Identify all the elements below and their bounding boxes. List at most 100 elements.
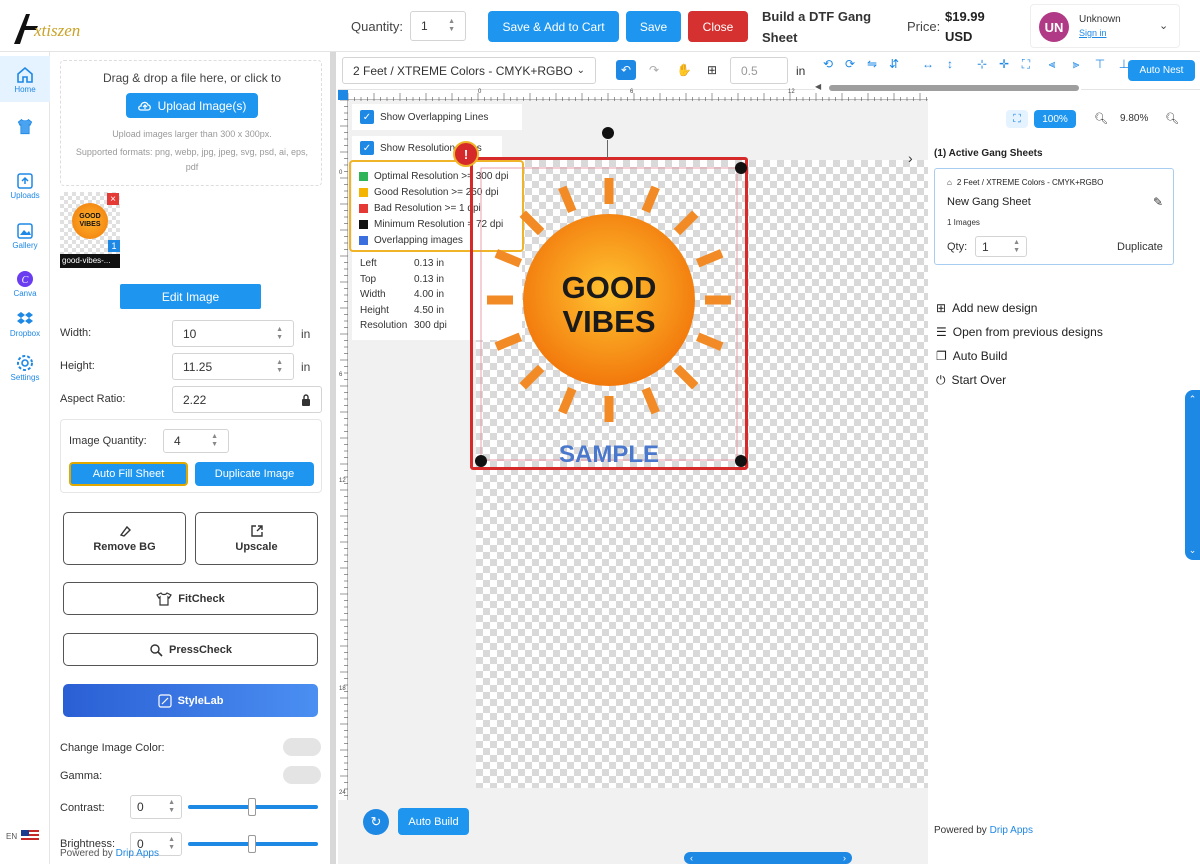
uploaded-thumbnail[interactable]: GOOD VIBES × 1 good-vibes-... xyxy=(60,192,120,268)
height-stepper[interactable]: ▲ ▼ xyxy=(276,359,283,375)
duplicate-image-button[interactable]: Duplicate Image xyxy=(195,462,314,486)
flip-horizontal-icon[interactable]: ⇋ xyxy=(862,54,882,74)
image-quantity-input[interactable]: 4 ▲ ▼ xyxy=(163,429,229,453)
auto-build-action[interactable]: ❐ Auto Build xyxy=(936,344,1103,368)
upload-dropzone[interactable]: Drag & drop a file here, or click to Upl… xyxy=(60,60,322,186)
flip-vertical-icon[interactable]: ⇵ xyxy=(884,54,904,74)
selected-image[interactable]: GOOD VIBES SAMPLE xyxy=(470,157,748,470)
rotate-left-icon[interactable]: ⟲ xyxy=(818,54,838,74)
checkbox-checked-icon[interactable]: ✓ xyxy=(360,141,374,155)
rail-gallery[interactable]: Gallery xyxy=(0,212,50,258)
refresh-icon[interactable]: ↻ xyxy=(363,809,389,835)
rotate-right-icon[interactable]: ⟳ xyxy=(840,54,860,74)
contrast-input[interactable]: 0 ▲ ▼ xyxy=(130,795,182,819)
stretch-height-icon[interactable]: ↕ xyxy=(940,54,960,74)
rail-home[interactable]: Home xyxy=(0,56,50,102)
add-new-design-action[interactable]: ⊞ Add new design xyxy=(936,296,1103,320)
sheet-qty-input[interactable]: 1 ▲ ▼ xyxy=(975,236,1027,257)
hand-pan-icon[interactable]: ✋ xyxy=(674,60,694,80)
sign-in-link[interactable]: Sign in xyxy=(1079,28,1107,38)
zoom-out-icon[interactable]: 🔍︎ xyxy=(1094,112,1108,125)
save-add-cart-button[interactable]: Save & Add to Cart xyxy=(488,11,619,42)
collapse-panel-icon[interactable]: › xyxy=(908,150,913,166)
align-top-icon[interactable]: ⊤ xyxy=(1090,54,1110,74)
upscale-button[interactable]: Upscale xyxy=(195,512,318,565)
upload-images-button[interactable]: Upload Image(s) xyxy=(126,93,258,118)
rail-settings[interactable]: Settings xyxy=(0,344,50,390)
contrast-slider-handle[interactable] xyxy=(248,798,256,816)
warning-icon[interactable]: ! xyxy=(453,141,479,167)
presscheck-button[interactable]: PressCheck xyxy=(63,633,318,666)
stretch-width-icon[interactable]: ↔ xyxy=(918,54,938,74)
close-button[interactable]: Close xyxy=(688,11,748,42)
brightness-stepper[interactable]: ▲ ▼ xyxy=(168,836,175,852)
resize-handle[interactable] xyxy=(475,455,487,467)
center-horizontal-icon[interactable]: ⊹ xyxy=(972,54,992,74)
rail-uploads[interactable]: Uploads xyxy=(0,162,50,208)
quantity-stepper[interactable]: ▲ ▼ xyxy=(448,18,455,34)
drip-apps-link[interactable]: Drip Apps xyxy=(990,825,1033,836)
sheet-size-select[interactable]: 2 Feet / XTREME Colors - CMYK+RGBO ⌄ xyxy=(342,57,596,84)
stylelab-button[interactable]: StyleLab xyxy=(63,684,318,717)
drip-apps-link[interactable]: Drip Apps xyxy=(116,848,159,859)
auto-build-canvas-button[interactable]: Auto Build xyxy=(398,808,469,835)
rail-dropbox[interactable]: Dropbox xyxy=(0,300,50,346)
thumbnail-delete-icon[interactable]: × xyxy=(107,193,119,205)
change-color-toggle[interactable] xyxy=(283,738,321,756)
panel-divider[interactable] xyxy=(330,52,336,864)
checkbox-checked-icon[interactable]: ✓ xyxy=(360,110,374,124)
width-stepper[interactable]: ▲ ▼ xyxy=(276,326,283,342)
height-input[interactable]: 11.25 ▲ ▼ xyxy=(172,353,294,380)
top-scrollbar[interactable]: ◀ xyxy=(815,82,1081,92)
sheet-qty-stepper[interactable]: ▲ ▼ xyxy=(1013,239,1020,255)
lock-icon[interactable] xyxy=(301,393,311,406)
rail-tshirt[interactable] xyxy=(0,104,50,150)
save-button[interactable]: Save xyxy=(626,11,681,42)
resize-handle[interactable] xyxy=(735,162,747,174)
contrast-stepper[interactable]: ▲ ▼ xyxy=(168,799,175,815)
align-left-icon[interactable]: ⫷ xyxy=(1042,54,1062,74)
show-overlap-toggle[interactable]: ✓ Show Overlapping Lines xyxy=(352,104,522,130)
undo-icon[interactable]: ↶ xyxy=(616,60,636,80)
grid-icon[interactable]: ⊞ xyxy=(702,60,722,80)
zoom-in-icon[interactable]: 🔍︎ xyxy=(1165,112,1179,125)
scroll-left-icon[interactable]: ‹ xyxy=(690,852,693,864)
brightness-slider-handle[interactable] xyxy=(248,835,256,853)
fitcheck-button[interactable]: FitCheck xyxy=(63,582,318,615)
active-sheet-card[interactable]: ⌂ 2 Feet / XTREME Colors - CMYK+RGBO New… xyxy=(934,168,1174,265)
duplicate-sheet-button[interactable]: Duplicate xyxy=(1117,241,1163,253)
center-vertical-icon[interactable]: ✛ xyxy=(994,54,1014,74)
language-switcher[interactable]: EN xyxy=(6,830,40,842)
brand-logo[interactable]: xtiszen xyxy=(8,6,88,46)
quantity-input[interactable]: 1 ▲ ▼ xyxy=(410,11,466,41)
auto-fill-sheet-button[interactable]: Auto Fill Sheet xyxy=(69,462,188,486)
remove-bg-button[interactable]: Remove BG xyxy=(63,512,186,565)
aspect-ratio-field[interactable]: 2.22 xyxy=(172,386,322,413)
right-scrollbar[interactable]: ⌃ ⌄ xyxy=(1185,390,1200,560)
redo-icon[interactable]: ↷ xyxy=(644,60,664,80)
scroll-down-icon[interactable]: ⌄ xyxy=(1189,545,1197,556)
scroll-right-icon[interactable]: › xyxy=(843,852,846,864)
top-scrollbar-thumb[interactable] xyxy=(829,85,1079,91)
rotate-handle[interactable] xyxy=(602,127,614,139)
spacing-input[interactable]: 0.5 xyxy=(730,57,788,84)
bottom-scrollbar[interactable]: ‹ › xyxy=(684,852,852,864)
image-quantity-stepper[interactable]: ▲ ▼ xyxy=(211,433,218,449)
auto-nest-button[interactable]: Auto Nest xyxy=(1128,60,1195,81)
align-right-icon[interactable]: ⫸ xyxy=(1066,54,1086,74)
brightness-slider[interactable] xyxy=(188,835,318,853)
fit-screen-icon[interactable]: ⛶ xyxy=(1006,110,1028,128)
zoom-100-button[interactable]: 100% xyxy=(1034,110,1076,128)
fit-icon[interactable]: ⛶ xyxy=(1016,54,1036,74)
user-menu[interactable]: UN Unknown Sign in ⌄ xyxy=(1030,4,1180,48)
scroll-left-arrow-icon[interactable]: ◀ xyxy=(815,82,821,91)
contrast-slider[interactable] xyxy=(188,798,318,816)
edit-image-button[interactable]: Edit Image xyxy=(120,284,261,309)
resize-handle[interactable] xyxy=(735,455,747,467)
edit-icon[interactable]: ✎ xyxy=(1153,195,1163,209)
width-input[interactable]: 10 ▲ ▼ xyxy=(172,320,294,347)
gamma-toggle[interactable] xyxy=(283,766,321,784)
start-over-action[interactable]: ⏻ Start Over xyxy=(936,368,1103,392)
open-previous-action[interactable]: ☰ Open from previous designs xyxy=(936,320,1103,344)
scroll-up-icon[interactable]: ⌃ xyxy=(1189,394,1197,405)
